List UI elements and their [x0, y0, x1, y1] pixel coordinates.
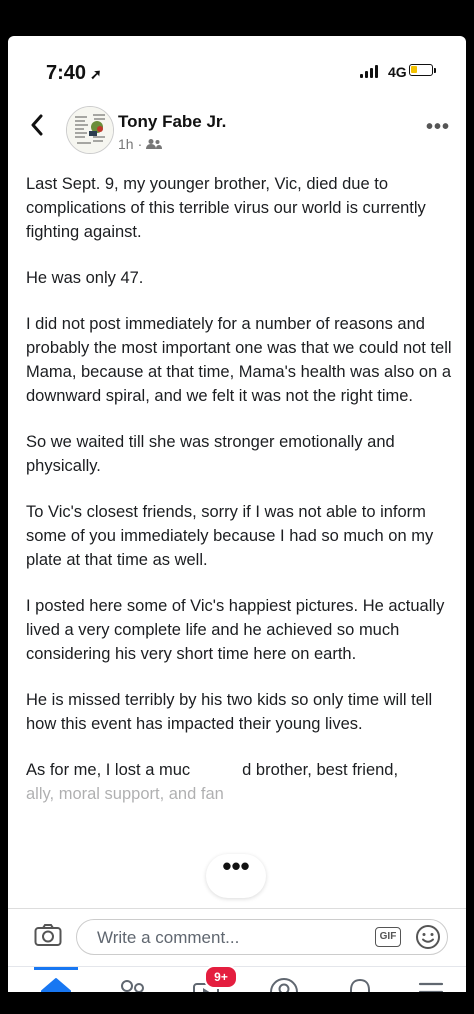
emoji-button[interactable] [415, 924, 441, 955]
post-paragraph: He is missed terribly by his two kids so… [26, 691, 433, 733]
clock-time: 7:40 [46, 62, 87, 84]
camera-button[interactable] [34, 923, 62, 952]
phone-screen: 7:40 ➚ 4G Tony Fabe Jr. 1h · ••• Last Sep… [8, 36, 466, 992]
comment-bar: Write a comment... GIF [8, 908, 466, 967]
avatar-image [67, 107, 113, 153]
tab-home[interactable] [36, 975, 76, 992]
battery-tip [434, 68, 436, 73]
chevron-left-icon [31, 114, 43, 136]
gif-button[interactable]: GIF [375, 927, 401, 947]
tab-friends[interactable] [112, 975, 152, 992]
post-paragraph: So we waited till she was stronger emoti… [26, 433, 395, 475]
friends-icon [146, 139, 163, 149]
tab-menu[interactable] [412, 975, 452, 992]
tab-notifications[interactable] [340, 975, 380, 992]
more-options-button[interactable]: ••• [426, 116, 450, 139]
active-tab-indicator [34, 967, 78, 970]
post-cutoff-line: ally, moral support, and fan [26, 785, 224, 803]
watch-badge: 9+ [204, 965, 238, 989]
author-avatar[interactable] [66, 106, 114, 154]
menu-icon [418, 982, 444, 992]
post-body: Last Sept. 9, my younger brother, Vic, d… [26, 172, 454, 904]
author-name[interactable]: Tony Fabe Jr. [118, 112, 226, 132]
partial-line-end: d brother, best friend, [242, 761, 399, 779]
post-meta: 1h · [118, 136, 163, 152]
partial-line-start: As for me, I lost a muc [26, 761, 191, 779]
status-time: 7:40 ➚ [46, 62, 102, 85]
see-more-bubble[interactable]: ••• [206, 853, 266, 898]
bottom-tab-bar: 9+ [8, 965, 466, 992]
bell-icon [350, 979, 370, 992]
network-type: 4G [388, 64, 407, 80]
post-time[interactable]: 1h [118, 136, 134, 152]
meta-separator: · [137, 136, 143, 152]
post-paragraph: I posted here some of Vic's happiest pic… [26, 597, 445, 663]
home-icon [41, 978, 71, 992]
friends-icon [121, 980, 144, 992]
post-paragraph: To Vic's closest friends, sorry if I was… [26, 503, 434, 569]
post-paragraph: He was only 47. [26, 269, 144, 287]
battery-icon [409, 64, 433, 76]
signal-strength-icon [360, 65, 378, 78]
post-paragraph-partial: As for me, I lost a muc d brother, best f… [26, 758, 454, 782]
post-paragraph: Last Sept. 9, my younger brother, Vic, d… [26, 175, 426, 241]
camera-icon [34, 924, 62, 946]
post-paragraph: I did not post immediately for a number … [26, 315, 452, 405]
comment-placeholder: Write a comment... [97, 928, 240, 947]
comment-input[interactable]: Write a comment... GIF [76, 919, 448, 955]
tab-profile[interactable] [264, 975, 304, 992]
status-bar: 7:40 ➚ 4G [8, 36, 466, 98]
navigation-arrow-icon: ➚ [90, 66, 102, 82]
profile-icon [270, 978, 298, 992]
smiley-icon [416, 925, 440, 949]
back-button[interactable] [30, 114, 44, 140]
